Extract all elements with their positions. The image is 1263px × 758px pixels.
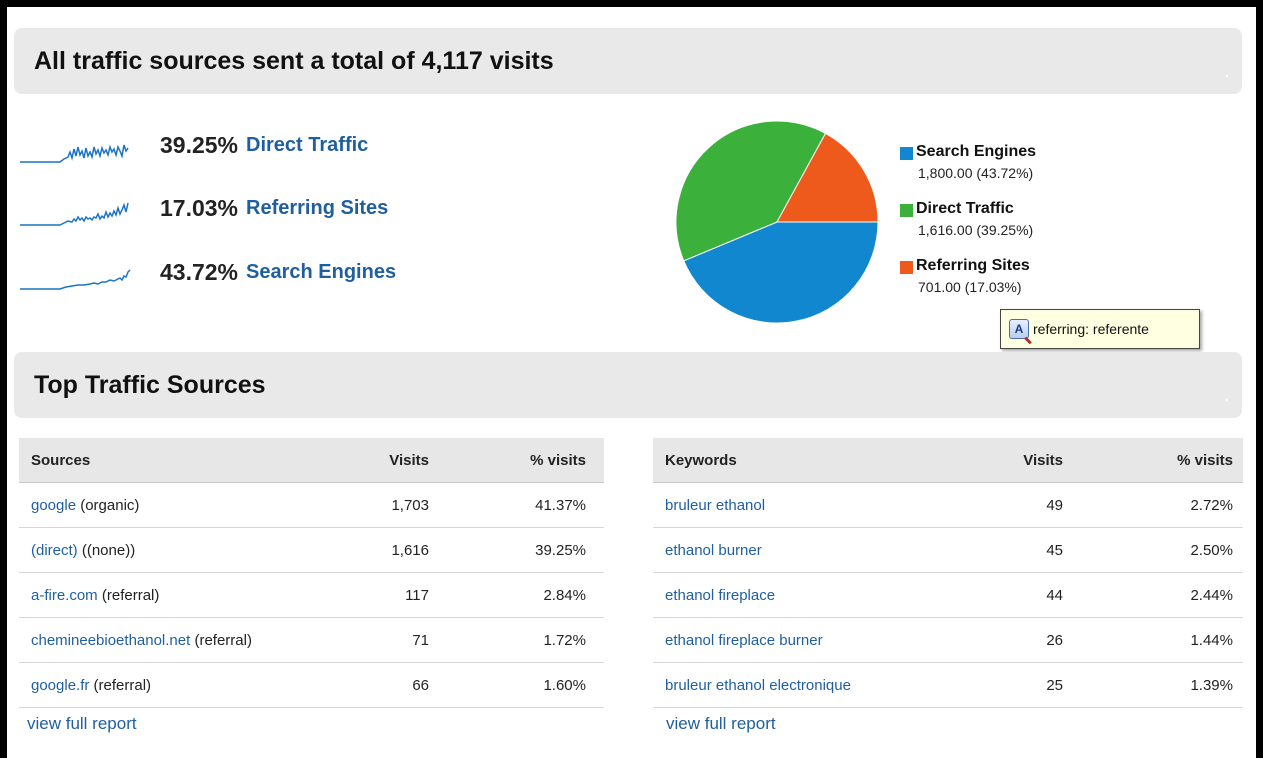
header-corner-mark (1226, 75, 1228, 77)
keyword-link[interactable]: bruleur ethanol (665, 497, 765, 514)
summary-header: All traffic sources sent a total of 4,11… (14, 28, 1242, 94)
table-header-row: Sources Visits % visits (19, 438, 604, 483)
legend-value: 1,616.00 (39.25%) (918, 222, 1034, 238)
legend-swatch (900, 261, 913, 274)
visits-cell: 45 (953, 527, 1063, 573)
summary-percent: 17.03% (160, 194, 239, 221)
sources-table: Sources Visits % visits google (organic)… (19, 438, 604, 708)
source-link[interactable]: a-fire.com (31, 587, 98, 604)
table-header-row: Keywords Visits % visits (653, 438, 1243, 483)
name-cell: ethanol fireplace burner (653, 617, 953, 663)
traffic-pie-chart[interactable] (674, 119, 880, 325)
keyword-link[interactable]: ethanol fireplace burner (665, 632, 823, 649)
legend-value: 1,800.00 (43.72%) (918, 165, 1034, 181)
source-medium-label: (referral) (190, 631, 252, 649)
column-header-visits[interactable]: Visits (953, 438, 1063, 483)
visits-cell: 49 (953, 482, 1063, 528)
source-link[interactable]: google.fr (31, 677, 89, 694)
summary-percent: 39.25% (160, 131, 239, 158)
keywords-view-full-report-link[interactable]: view full report (666, 714, 776, 734)
source-medium-label: (referral) (89, 676, 152, 694)
sources-view-full-report-link[interactable]: view full report (27, 714, 137, 734)
name-cell: ethanol burner (653, 527, 953, 573)
percent-visits-cell: 2.44% (1063, 572, 1243, 618)
summary-row-referring: 17.03% Referring Sites (20, 188, 388, 228)
summary-row-direct: 39.25% Direct Traffic (20, 125, 368, 165)
visits-cell: 117 (319, 572, 439, 618)
translation-tooltip: A referring: referente (1000, 309, 1200, 349)
legend-value: 701.00 (17.03%) (918, 279, 1022, 295)
percent-visits-cell: 1.72% (439, 617, 604, 663)
visits-cell: 26 (953, 617, 1063, 663)
keyword-link[interactable]: bruleur ethanol electronique (665, 677, 851, 694)
table-row: ethanol fireplace 44 2.44% (653, 572, 1243, 618)
name-cell: google.fr (referral) (19, 662, 319, 708)
legend-swatch (900, 204, 913, 217)
search-engines-link[interactable]: Search Engines (246, 261, 396, 284)
source-link[interactable]: chemineebioethanol.net (31, 632, 190, 649)
source-link[interactable]: (direct) (31, 542, 78, 559)
percent-visits-cell: 2.50% (1063, 527, 1243, 573)
table-row: bruleur ethanol electronique 25 1.39% (653, 662, 1243, 708)
legend-label: Direct Traffic (916, 200, 1014, 217)
name-cell: bruleur ethanol electronique (653, 662, 953, 708)
legend-swatch (900, 147, 913, 160)
percent-visits-cell: 1.39% (1063, 662, 1243, 708)
visits-cell: 44 (953, 572, 1063, 618)
source-link[interactable]: google (31, 497, 76, 514)
percent-visits-cell: 1.44% (1063, 617, 1243, 663)
percent-visits-cell: 2.72% (1063, 482, 1243, 528)
table-row: google.fr (referral) 66 1.60% (19, 662, 604, 708)
legend-label: Search Engines (916, 143, 1037, 160)
source-medium-label: (organic) (76, 496, 140, 514)
summary-percent: 43.72% (160, 258, 239, 285)
tooltip-text: referring: referente (1033, 321, 1149, 337)
visits-cell: 25 (953, 662, 1063, 708)
keyword-link[interactable]: ethanol fireplace (665, 587, 775, 604)
name-cell: ethanol fireplace (653, 572, 953, 618)
summary-row-search: 43.72% Search Engines (20, 252, 396, 292)
header-corner-mark (1226, 399, 1228, 401)
percent-visits-cell: 2.84% (439, 572, 604, 618)
percent-visits-cell: 41.37% (439, 482, 604, 528)
table-row: ethanol burner 45 2.50% (653, 527, 1243, 573)
legend-label: Referring Sites (916, 257, 1030, 274)
table-row: ethanol fireplace burner 26 1.44% (653, 617, 1243, 663)
column-header-percent-visits[interactable]: % visits (1063, 438, 1243, 483)
top-sources-title: Top Traffic Sources (34, 371, 266, 399)
table-row: chemineebioethanol.net (referral) 71 1.72% (19, 617, 604, 663)
keyword-link[interactable]: ethanol burner (665, 542, 762, 559)
dashboard-panel: All traffic sources sent a total of 4,11… (7, 7, 1256, 758)
sparkline-icon (20, 202, 129, 226)
source-medium-label: (referral) (97, 586, 160, 604)
name-cell: bruleur ethanol (653, 482, 953, 528)
column-header-sources[interactable]: Sources (19, 438, 319, 483)
visits-cell: 1,703 (319, 482, 439, 528)
top-sources-header: Top Traffic Sources (14, 352, 1242, 418)
column-header-percent-visits[interactable]: % visits (439, 438, 604, 483)
summary-title: All traffic sources sent a total of 4,11… (34, 47, 554, 75)
referring-sites-link[interactable]: Referring Sites (246, 197, 388, 220)
sparkline-icon (20, 269, 131, 290)
table-row: (direct) ((none)) 1,616 39.25% (19, 527, 604, 573)
name-cell: (direct) ((none)) (19, 527, 319, 573)
column-header-visits[interactable]: Visits (319, 438, 439, 483)
name-cell: chemineebioethanol.net (referral) (19, 617, 319, 663)
table-row: bruleur ethanol 49 2.72% (653, 482, 1243, 528)
visits-cell: 1,616 (319, 527, 439, 573)
visits-cell: 66 (319, 662, 439, 708)
table-row: google (organic) 1,703 41.37% (19, 482, 604, 528)
visits-cell: 71 (319, 617, 439, 663)
column-header-keywords[interactable]: Keywords (653, 438, 953, 483)
name-cell: google (organic) (19, 482, 319, 528)
source-medium-label: ((none)) (77, 541, 136, 559)
direct-traffic-link[interactable]: Direct Traffic (246, 134, 368, 157)
keywords-table: Keywords Visits % visits bruleur ethanol… (653, 438, 1243, 708)
percent-visits-cell: 1.60% (439, 662, 604, 708)
name-cell: a-fire.com (referral) (19, 572, 319, 618)
sparkline-icon (20, 144, 129, 163)
translate-magnifier-icon: A (1009, 319, 1029, 339)
percent-visits-cell: 39.25% (439, 527, 604, 573)
table-row: a-fire.com (referral) 117 2.84% (19, 572, 604, 618)
